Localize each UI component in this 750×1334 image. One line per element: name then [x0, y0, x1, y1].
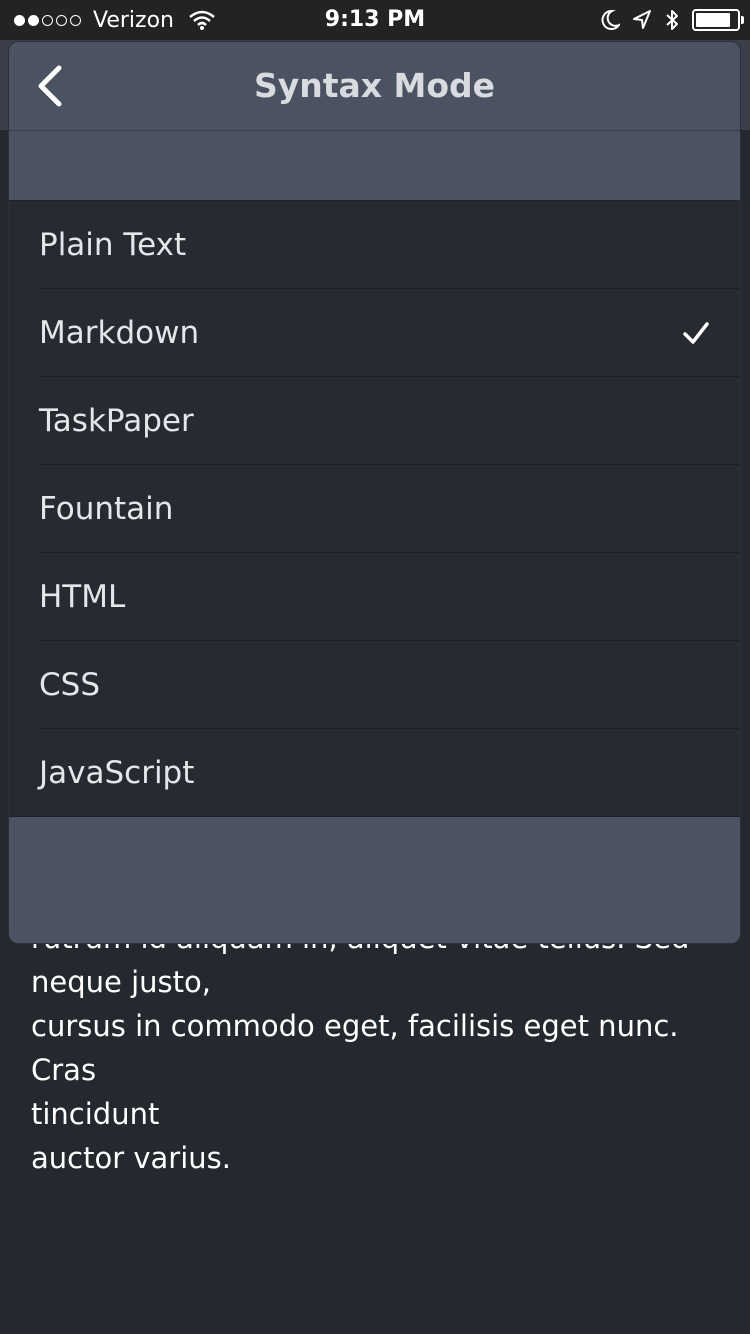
wifi-icon [189, 10, 215, 30]
document-line: neque justo, [31, 965, 211, 999]
option-label: Markdown [39, 315, 200, 351]
option-html[interactable]: HTML [9, 553, 740, 641]
status-right [600, 0, 744, 40]
option-label: JavaScript [39, 755, 195, 791]
option-label: CSS [39, 667, 101, 703]
document-line: auctor varius. [31, 1141, 231, 1175]
syntax-mode-popover: Syntax Mode Plain Text Markdown TaskPape… [8, 41, 741, 944]
popover-title: Syntax Mode [253, 66, 496, 105]
option-label: Plain Text [39, 227, 187, 263]
option-label: Fountain [39, 491, 174, 527]
option-label: TaskPaper [39, 403, 194, 439]
location-icon [633, 10, 651, 29]
option-fountain[interactable]: Fountain [9, 465, 740, 553]
battery-icon [692, 9, 744, 31]
option-label: HTML [39, 579, 126, 615]
option-css[interactable]: CSS [9, 641, 740, 729]
document-line: cursus in commodo eget, facilisis eget n… [31, 1009, 679, 1087]
moon-icon [601, 9, 620, 30]
popover-nav-bar: Syntax Mode [9, 42, 740, 131]
document-line: tincidunt [31, 1097, 160, 1131]
status-left: Verizon [14, 0, 216, 40]
section-header [9, 131, 740, 201]
syntax-mode-list: Plain Text Markdown TaskPaper Fountain H… [9, 201, 740, 817]
option-taskpaper[interactable]: TaskPaper [9, 377, 740, 465]
option-markdown[interactable]: Markdown [9, 289, 740, 377]
bluetooth-icon [666, 10, 678, 30]
document-text[interactable]: rutrum id aliquam in, aliquet vitae tell… [31, 916, 731, 1180]
status-bar: Verizon 9:13 PM [0, 0, 750, 40]
checkmark-icon [683, 322, 709, 344]
option-plain-text[interactable]: Plain Text [9, 201, 740, 289]
option-javascript[interactable]: JavaScript [9, 729, 740, 817]
signal-strength-icon [14, 14, 81, 26]
carrier-name: Verizon [93, 7, 174, 33]
